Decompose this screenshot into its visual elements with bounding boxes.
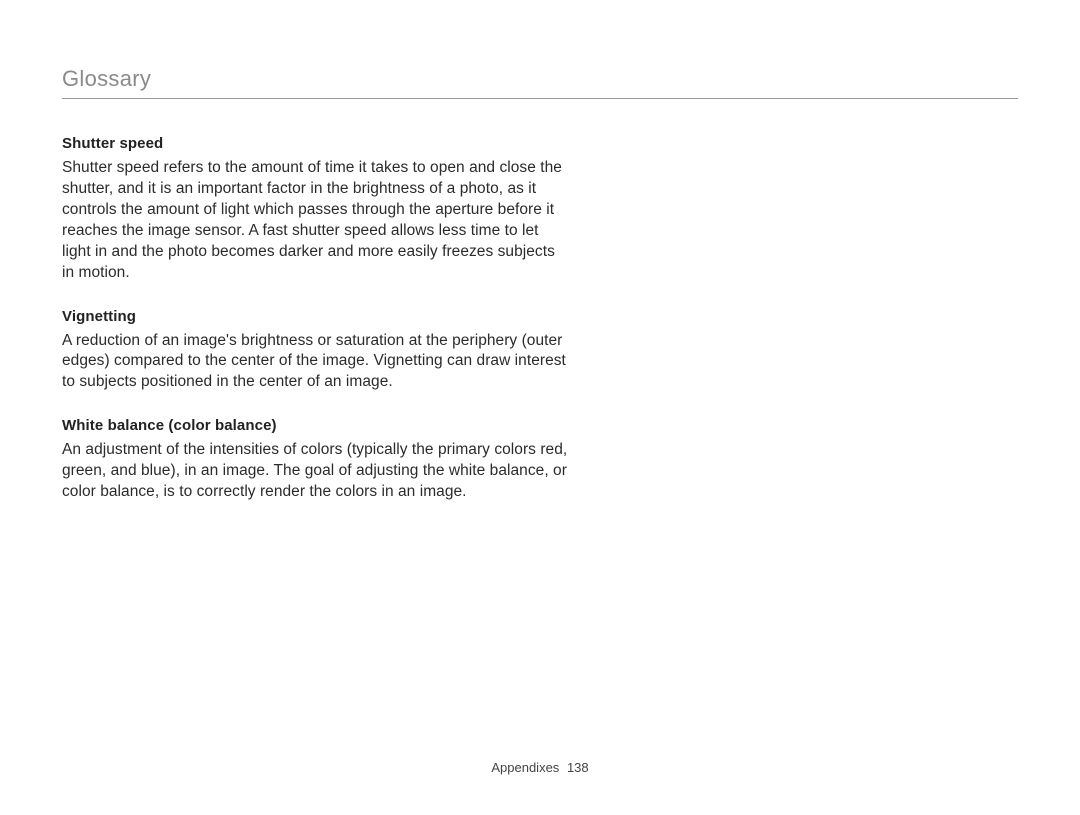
glossary-term: Vignetting [62, 308, 570, 325]
glossary-definition: Shutter speed refers to the amount of ti… [62, 158, 570, 284]
glossary-column: Shutter speed Shutter speed refers to th… [62, 135, 570, 503]
glossary-definition: An adjustment of the intensities of colo… [62, 440, 570, 503]
glossary-entry: Vignetting A reduction of an image's bri… [62, 308, 570, 394]
document-page: Glossary Shutter speed Shutter speed ref… [0, 0, 1080, 815]
glossary-entry: Shutter speed Shutter speed refers to th… [62, 135, 570, 284]
glossary-entry: White balance (color balance) An adjustm… [62, 417, 570, 503]
page-title: Glossary [62, 66, 1018, 99]
glossary-definition: A reduction of an image's brightness or … [62, 331, 570, 394]
footer-section-label: Appendixes [491, 760, 559, 775]
footer-page-number: 138 [567, 760, 589, 775]
glossary-term: Shutter speed [62, 135, 570, 152]
glossary-term: White balance (color balance) [62, 417, 570, 434]
page-footer: Appendixes 138 [0, 760, 1080, 775]
